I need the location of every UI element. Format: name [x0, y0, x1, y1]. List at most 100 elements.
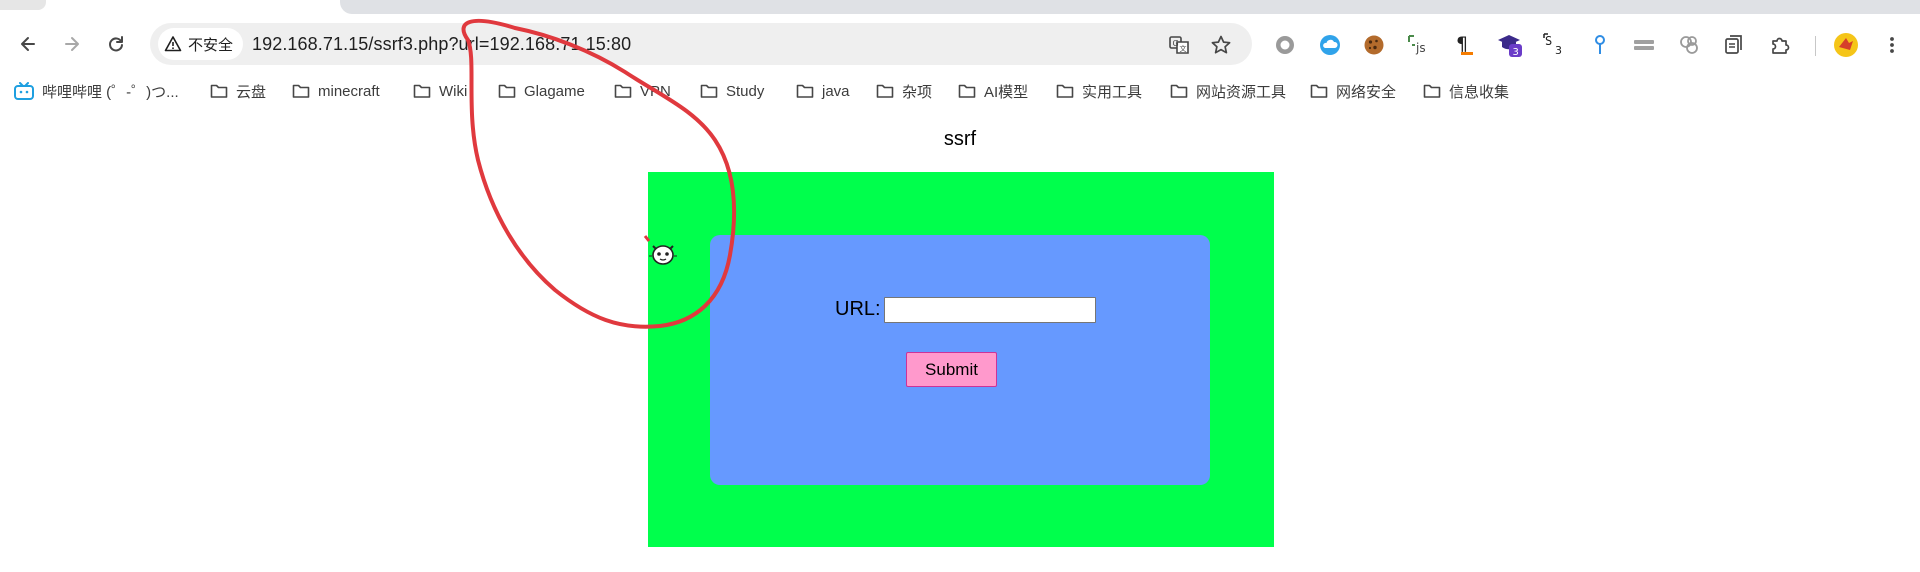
- bookmark-folder[interactable]: Glagame: [498, 79, 585, 103]
- circle-extension-icon: [1276, 36, 1294, 54]
- bookmark-folder[interactable]: 云盘: [210, 79, 266, 103]
- url-label: URL:: [835, 298, 881, 320]
- pilcrow-extension-button[interactable]: ¶: [1450, 31, 1478, 59]
- translate-icon: G文: [1169, 36, 1189, 54]
- cookie-extension-button[interactable]: [1360, 31, 1388, 59]
- circle-extension-button[interactable]: [1271, 31, 1299, 59]
- cat-mascot-icon: [649, 245, 677, 265]
- url-text[interactable]: 192.168.71.15/ssrf3.php?url=192.168.71.1…: [252, 34, 631, 55]
- rings-extension-button[interactable]: [1675, 31, 1703, 59]
- svg-text:¶: ¶: [1456, 33, 1468, 55]
- s-extension-button[interactable]: S3: [1541, 31, 1569, 59]
- folder-icon: [700, 84, 718, 98]
- security-label: 不安全: [188, 36, 234, 54]
- extensions-menu-button[interactable]: [1766, 31, 1794, 59]
- toolbar-divider: [1815, 36, 1816, 56]
- star-icon: [1211, 35, 1231, 54]
- bookmark-label: 哔哩哔哩 (゜-゜)つ...: [42, 83, 179, 101]
- hat-extension-icon: 3: [1498, 35, 1522, 58]
- bookmark-folder[interactable]: minecraft: [292, 79, 380, 103]
- cloud-extension-icon: [1320, 35, 1340, 55]
- browser-menu-button[interactable]: [1878, 31, 1906, 59]
- submit-button[interactable]: Submit: [906, 352, 997, 387]
- bookmark-star-button[interactable]: [1208, 32, 1234, 58]
- bookmark-folder[interactable]: java: [796, 79, 850, 103]
- security-indicator[interactable]: 不安全: [158, 28, 244, 60]
- back-arrow-icon: [21, 37, 35, 51]
- bookmark-label: java: [822, 82, 850, 100]
- bookmark-label: 网络安全: [1336, 83, 1397, 101]
- js-extension-button[interactable]: js: [1405, 31, 1433, 59]
- reload-icon: [109, 36, 123, 52]
- bookmark-label: 云盘: [236, 83, 267, 101]
- folder-icon: [1310, 84, 1328, 98]
- bars-extension-icon: [1634, 40, 1654, 50]
- outer-container: URL: Submit: [648, 172, 1274, 547]
- bookmark-label: VPN: [640, 82, 671, 100]
- pin-extension-icon: [1595, 35, 1605, 54]
- bookmark-folder[interactable]: 信息收集: [1423, 79, 1509, 103]
- bookmark-label: Study: [726, 82, 765, 100]
- bookmark-label: 信息收集: [1449, 83, 1510, 101]
- browser-toolbar: 不安全 192.168.71.15/ssrf3.php?url=192.168.…: [0, 14, 1920, 74]
- bookmark-item[interactable]: 哔哩哔哩 (゜-゜)つ...: [14, 79, 179, 103]
- bookmark-label: minecraft: [318, 82, 380, 100]
- cookie-extension-icon: [1364, 35, 1384, 55]
- page-title: ssrf: [943, 128, 977, 150]
- tab-bar-background: [340, 0, 1920, 14]
- folder-icon: [614, 84, 632, 98]
- folder-icon: [1056, 84, 1074, 98]
- folder-icon: [876, 84, 894, 98]
- url-input[interactable]: [884, 297, 1096, 323]
- bookmark-label: Wiki: [439, 82, 468, 100]
- rings-extension-icon: [1680, 36, 1698, 54]
- bars-extension-button[interactable]: [1630, 31, 1658, 59]
- svg-text:3: 3: [1555, 44, 1562, 57]
- folder-icon: [1423, 84, 1441, 98]
- copy-extension-button[interactable]: [1720, 31, 1748, 59]
- bookmark-folder[interactable]: VPN: [614, 79, 671, 103]
- bookmark-label: 实用工具: [1082, 83, 1143, 101]
- copy-extension-icon: [1725, 35, 1742, 54]
- folder-icon: [498, 84, 516, 98]
- svg-text:js: js: [1415, 41, 1426, 55]
- pilcrow-extension-icon: ¶: [1456, 33, 1473, 55]
- profile-button[interactable]: [1832, 31, 1860, 59]
- bookmark-folder[interactable]: 杂项: [876, 79, 932, 103]
- reload-button[interactable]: [100, 28, 132, 60]
- kebab-menu-icon: [1890, 37, 1894, 53]
- tab-strip: [0, 0, 1920, 14]
- bookmark-folder[interactable]: 网络安全: [1310, 79, 1396, 103]
- profile-avatar-icon: [1834, 33, 1858, 57]
- forward-button[interactable]: [56, 28, 88, 60]
- bookmark-folder[interactable]: 网站资源工具: [1170, 79, 1286, 103]
- tab-fragment[interactable]: [0, 0, 46, 10]
- folder-icon: [796, 84, 814, 98]
- folder-icon: [958, 84, 976, 98]
- js-extension-icon: js: [1408, 35, 1426, 55]
- puzzle-extension-icon: [1772, 37, 1790, 54]
- translate-button[interactable]: G文: [1166, 32, 1192, 58]
- web-page: ssrf URL: Submit: [0, 108, 1920, 572]
- bookmark-folder[interactable]: Study: [700, 79, 764, 103]
- address-bar[interactable]: 不安全 192.168.71.15/ssrf3.php?url=192.168.…: [150, 23, 1252, 65]
- folder-icon: [1170, 84, 1188, 98]
- forward-arrow-icon: [65, 37, 79, 51]
- bookmark-folder[interactable]: 实用工具: [1056, 79, 1142, 103]
- hat-extension-button[interactable]: 3: [1496, 31, 1524, 59]
- svg-text:S: S: [1545, 34, 1552, 48]
- svg-text:G: G: [1173, 39, 1179, 48]
- back-button[interactable]: [12, 28, 44, 60]
- folder-icon: [292, 84, 310, 98]
- bookmark-label: Glagame: [524, 82, 585, 100]
- bookmark-folder[interactable]: Wiki: [413, 79, 467, 103]
- folder-icon: [413, 84, 431, 98]
- bookmark-folder[interactable]: AI模型: [958, 79, 1028, 103]
- cloud-extension-button[interactable]: [1316, 31, 1344, 59]
- svg-text:3: 3: [1513, 47, 1519, 58]
- bookmarks-bar: 哔哩哔哩 (゜-゜)つ... 云盘 minecraft Wiki Glagame VPN…: [0, 74, 1920, 108]
- pin-extension-button[interactable]: [1586, 31, 1614, 59]
- warning-triangle-icon: [164, 36, 182, 52]
- bookmark-label: 网站资源工具: [1196, 83, 1287, 101]
- svg-text:文: 文: [1180, 44, 1187, 53]
